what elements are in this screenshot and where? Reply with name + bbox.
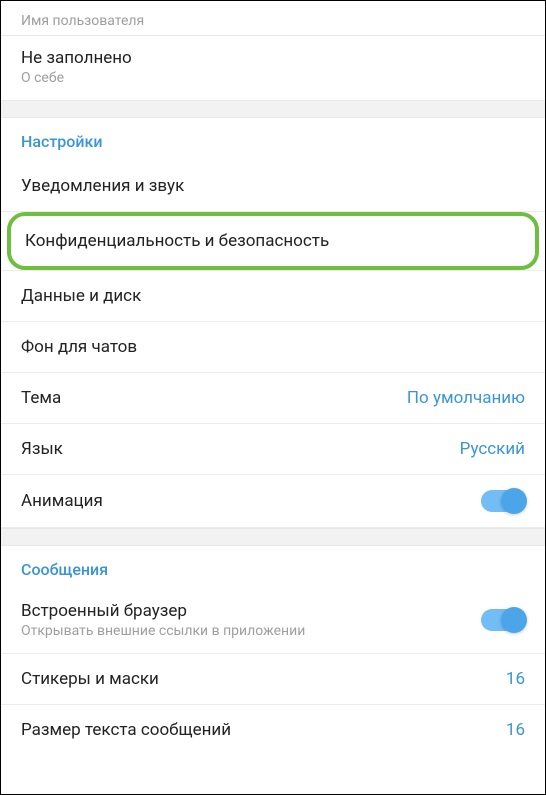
privacy-item-wrapper: Конфиденциальность и безопасность — [1, 212, 545, 271]
section-gap-2 — [1, 528, 545, 546]
animation-label: Анимация — [21, 491, 481, 511]
chat-background-item[interactable]: Фон для чатов — [1, 322, 545, 373]
notifications-item[interactable]: Уведомления и звук — [1, 161, 545, 212]
messages-header: Сообщения — [1, 546, 545, 589]
builtin-browser-title: Встроенный браузер — [21, 601, 481, 621]
language-value: Русский — [460, 439, 525, 459]
data-disk-item[interactable]: Данные и диск — [1, 271, 545, 322]
privacy-item[interactable]: Конфиденциальность и безопасность — [7, 212, 539, 270]
notifications-label: Уведомления и звук — [21, 176, 525, 196]
toggle-knob — [501, 607, 527, 633]
bio-label: О себе — [21, 70, 525, 86]
language-label: Язык — [21, 439, 460, 459]
stickers-label: Стикеры и маски — [21, 669, 506, 689]
text-size-label: Размер текста сообщений — [21, 720, 506, 740]
text-size-value: 16 — [506, 720, 525, 740]
builtin-browser-item[interactable]: Встроенный браузер Открывать внешние ссы… — [1, 589, 545, 654]
stickers-value: 16 — [506, 669, 525, 689]
stickers-item[interactable]: Стикеры и маски 16 — [1, 654, 545, 705]
bio-section[interactable]: Не заполнено О себе — [1, 36, 545, 100]
settings-header: Настройки — [1, 118, 545, 161]
username-section[interactable]: Имя пользователя — [1, 1, 545, 36]
theme-value: По умолчанию — [407, 388, 525, 408]
toggle-knob — [501, 488, 527, 514]
text-size-item[interactable]: Размер текста сообщений 16 — [1, 705, 545, 755]
animation-toggle[interactable] — [481, 490, 525, 512]
builtin-browser-toggle[interactable] — [481, 609, 525, 631]
language-item[interactable]: Язык Русский — [1, 424, 545, 475]
username-label: Имя пользователя — [21, 13, 525, 29]
privacy-label: Конфиденциальность и безопасность — [25, 231, 329, 251]
theme-item[interactable]: Тема По умолчанию — [1, 373, 545, 424]
section-gap — [1, 100, 545, 118]
chat-background-label: Фон для чатов — [21, 337, 525, 357]
builtin-browser-subtitle: Открывать внешние ссылки в приложении — [21, 623, 481, 639]
data-disk-label: Данные и диск — [21, 286, 525, 306]
bio-title: Не заполнено — [21, 48, 525, 68]
theme-label: Тема — [21, 388, 407, 408]
animation-item[interactable]: Анимация — [1, 475, 545, 528]
